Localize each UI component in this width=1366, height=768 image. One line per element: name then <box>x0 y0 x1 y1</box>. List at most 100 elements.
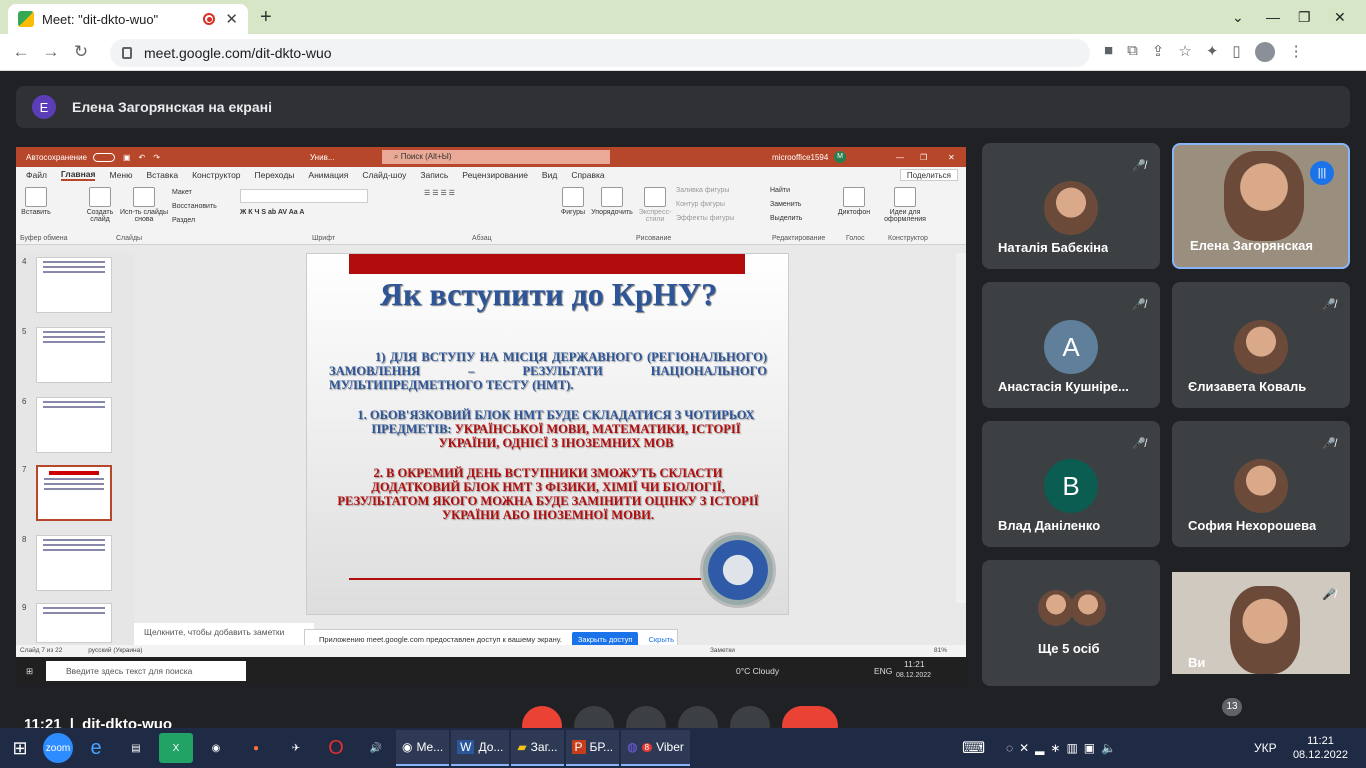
bookmark-star-icon[interactable]: ☆ <box>1178 42 1191 62</box>
input-language[interactable]: УКР <box>1254 741 1277 755</box>
volume-app-icon[interactable]: 🔊 <box>359 733 393 763</box>
taskbar-chrome[interactable]: ◉ Me... <box>396 730 450 766</box>
hide-link[interactable]: Скрыть <box>648 635 674 644</box>
side-panel-icon[interactable]: ▯ <box>1232 42 1240 62</box>
paragraph-buttons[interactable]: ☰ ☰ ☰ ☰ <box>424 189 544 197</box>
menu-help[interactable]: Справка <box>571 170 604 180</box>
redo-icon[interactable]: ↷ <box>153 153 160 162</box>
font-format-buttons[interactable]: Ж К Ч S ab AV Aa A <box>240 209 390 223</box>
windows-start-icon[interactable]: ⊞ <box>3 733 37 763</box>
tray-icons[interactable]: ◌✕▂∗▥▣🔈 <box>1006 741 1122 755</box>
notes-toggle[interactable]: Заметки <box>710 645 735 657</box>
autosave-toggle[interactable] <box>92 152 115 162</box>
keyboard-icon[interactable]: ⌨ <box>962 738 985 758</box>
share-icon[interactable]: ⇪ <box>1152 42 1165 62</box>
opera-icon[interactable]: O <box>319 733 353 763</box>
reuse-slides-button[interactable]: Исп-ть слайды снова <box>120 187 168 223</box>
camera-blocked-icon[interactable]: ■ <box>1104 42 1113 62</box>
select-button[interactable]: Выделить <box>770 215 802 222</box>
slide-thumbnail-7[interactable] <box>36 465 112 521</box>
system-clock[interactable]: 11:21 08.12.2022 <box>1293 734 1348 762</box>
url-field[interactable]: meet.google.com/dit-dkto-wuo <box>110 39 1090 67</box>
menu-review[interactable]: Рецензирование <box>462 170 528 180</box>
menu-slideshow[interactable]: Слайд-шоу <box>362 170 406 180</box>
replace-button[interactable]: Заменить <box>770 201 801 208</box>
shape-effects-button[interactable]: Эффекты фигуры <box>676 215 734 222</box>
notes-pane[interactable]: Щелкните, чтобы добавить заметки <box>134 623 314 645</box>
tab-search-icon[interactable]: ⌄ <box>1232 0 1244 34</box>
new-tab-button[interactable]: + <box>260 6 272 29</box>
find-button[interactable]: Найти <box>770 187 790 194</box>
open-external-icon[interactable]: ⧉ <box>1127 42 1138 62</box>
layout-button[interactable]: Макет <box>172 189 192 196</box>
menu-home[interactable]: Главная <box>60 169 96 181</box>
menu-view[interactable]: Вид <box>542 170 557 180</box>
participant-tile[interactable]: 🎤̸ Єлизавета Коваль <box>1172 282 1350 408</box>
slide-thumbnail-5[interactable] <box>36 327 112 383</box>
menu-file[interactable]: Файл <box>26 170 47 180</box>
dictate-button[interactable]: Диктофон <box>836 187 872 216</box>
font-name-select[interactable] <box>240 189 368 203</box>
section-button[interactable]: Раздел <box>172 217 195 224</box>
ppt-close-icon[interactable]: ✕ <box>948 153 955 162</box>
reload-icon[interactable]: ↻ <box>66 42 96 62</box>
quick-styles-button[interactable]: Экспресс-стили <box>636 187 674 223</box>
undo-icon[interactable]: ↶ <box>139 153 146 162</box>
telegram-icon[interactable]: ✈ <box>279 733 313 763</box>
save-icon[interactable]: ▣ <box>123 153 131 162</box>
account-avatar[interactable]: M <box>834 151 846 163</box>
designer-button[interactable]: Идеи для оформления <box>880 187 930 223</box>
menu-icon[interactable]: ⋮ <box>1289 42 1304 62</box>
participant-tile-active[interactable]: ||| Елена Загорянская <box>1172 143 1350 269</box>
ppt-minimize-icon[interactable]: — <box>896 153 904 162</box>
participant-tile[interactable]: A 🎤̸ Анастасія Кушніре... <box>982 282 1160 408</box>
shape-fill-button[interactable]: Заливка фигуры <box>676 187 729 194</box>
taskbar-explorer[interactable]: ▰ Заг... <box>511 730 564 766</box>
shapes-button[interactable]: Фигуры <box>558 187 588 216</box>
ppt-search-box[interactable]: ⌕ Поиск (Alt+Ы) <box>382 150 610 164</box>
ppt-search-placeholder: Поиск (Alt+Ы) <box>400 152 452 161</box>
forward-icon[interactable]: → <box>36 42 66 62</box>
participant-tile[interactable]: 🎤̸ София Нехорошева <box>1172 421 1350 547</box>
minimize-button[interactable]: — <box>1266 0 1280 34</box>
browser-tab[interactable]: Meet: "dit-dkto-wuo" ✕ <box>8 4 248 34</box>
participant-tile[interactable]: B 🎤̸ Влад Даніленко <box>982 421 1160 547</box>
back-icon[interactable]: ← <box>6 42 36 62</box>
ppt-share-button[interactable]: Поделиться <box>899 169 958 181</box>
zoom-app-icon[interactable]: zoom <box>43 733 73 763</box>
paste-button[interactable]: Вставить <box>20 187 52 216</box>
slide-thumbnail-8[interactable] <box>36 535 112 591</box>
arrange-button[interactable]: Упорядочить <box>590 187 634 216</box>
menu-record[interactable]: Запись <box>420 170 448 180</box>
shape-outline-button[interactable]: Контур фигуры <box>676 201 725 208</box>
ppt-restore-icon[interactable]: ❐ <box>920 153 927 162</box>
menu-transitions[interactable]: Переходы <box>255 170 295 180</box>
taskbar-powerpoint[interactable]: P БР... <box>565 730 620 766</box>
slide-canvas[interactable]: Як вступити до КрНУ? 1) ДЛЯ ВСТУПУ НА МІ… <box>306 253 789 615</box>
reset-button[interactable]: Восстановить <box>172 203 217 210</box>
menu-animation[interactable]: Анимация <box>308 170 348 180</box>
firefox-icon[interactable]: ● <box>239 733 273 763</box>
menu-menu[interactable]: Меню <box>109 170 132 180</box>
close-window-button[interactable]: ✕ <box>1334 0 1346 34</box>
chrome-app-icon[interactable]: ◉ <box>199 733 233 763</box>
menu-design[interactable]: Конструктор <box>192 170 240 180</box>
participant-tile[interactable]: 🎤̸ Наталія Бабєкіна <box>982 143 1160 269</box>
profile-avatar[interactable] <box>1254 42 1275 62</box>
taskbar-word[interactable]: W До... <box>451 730 510 766</box>
restore-button[interactable]: ❐ <box>1298 0 1311 34</box>
slide-thumbnail-6[interactable] <box>36 397 112 453</box>
menu-insert[interactable]: Вставка <box>146 170 178 180</box>
app-icon[interactable]: ▤ <box>119 733 153 763</box>
excel-icon[interactable]: X <box>159 733 193 763</box>
slide-thumbnail-4[interactable] <box>36 257 112 313</box>
slide-thumbnail-9[interactable] <box>36 603 112 643</box>
taskbar-viber[interactable]: ◍ 8 Viber <box>621 730 690 766</box>
new-slide-button[interactable]: Создать слайд <box>82 187 118 223</box>
self-view-tile[interactable]: 🎤̸ Ви <box>1172 572 1350 674</box>
ppt-scrollbar[interactable] <box>956 253 966 603</box>
more-participants-tile[interactable]: Ще 5 осіб <box>982 560 1160 686</box>
close-tab-icon[interactable]: ✕ <box>225 10 238 28</box>
edge-app-icon[interactable]: e <box>79 733 113 763</box>
extensions-icon[interactable]: ✦ <box>1206 42 1219 62</box>
